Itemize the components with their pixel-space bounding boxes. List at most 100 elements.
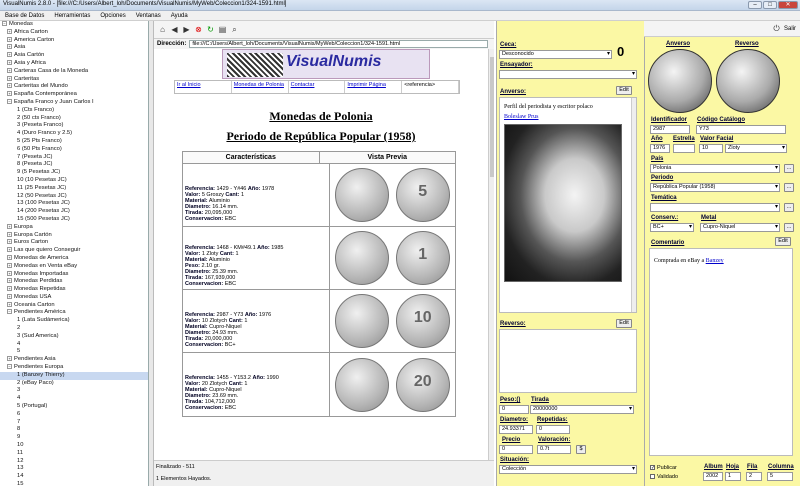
menu-opciones[interactable]: Opciones xyxy=(95,11,130,20)
tematica-more-button[interactable]: … xyxy=(784,203,794,212)
tree-item[interactable]: + Euros Carton xyxy=(0,239,148,247)
expand-icon[interactable]: + xyxy=(7,262,12,268)
tree-item[interactable]: 2 (eBay Paco) xyxy=(0,380,148,388)
expand-icon[interactable]: + xyxy=(7,270,12,276)
tree-item[interactable]: 11 (25 Pesetas JC) xyxy=(0,185,148,193)
minimize-button[interactable]: – xyxy=(748,1,762,9)
expand-icon[interactable]: + xyxy=(7,59,12,65)
collapse-icon[interactable]: − xyxy=(7,309,12,315)
expand-icon[interactable]: + xyxy=(7,36,12,42)
ensayador-select[interactable] xyxy=(499,70,637,79)
tematica-select[interactable] xyxy=(650,203,780,212)
coin-obverse-image[interactable] xyxy=(648,49,712,113)
forward-icon[interactable]: ▶ xyxy=(182,25,191,34)
valorfacial-input[interactable]: 10 xyxy=(699,144,723,153)
tree-item[interactable]: 3 (Peseta Franco) xyxy=(0,122,148,130)
nav-contactar-link[interactable]: Contactar xyxy=(289,81,346,93)
menu-herramientas[interactable]: Herramientas xyxy=(49,11,95,20)
precio-input[interactable]: 0 xyxy=(499,445,533,454)
collapse-icon[interactable]: − xyxy=(2,21,7,26)
tree-item[interactable]: + Europa xyxy=(0,223,148,232)
tree-item[interactable]: 1 (Banzey Thierry) xyxy=(0,371,148,380)
tree-item[interactable]: 4 xyxy=(0,341,148,349)
expand-icon[interactable]: + xyxy=(7,286,12,292)
tree-item[interactable]: + Carteritas del Mundo xyxy=(0,83,148,91)
coin-obverse-thumb[interactable] xyxy=(335,231,390,285)
tree-item[interactable]: + Asia Cartón xyxy=(0,52,148,60)
tree-item[interactable]: + Carteras Casa de la Moneda xyxy=(0,67,148,76)
tree-item[interactable]: 6 xyxy=(0,411,148,419)
expand-icon[interactable]: + xyxy=(7,356,12,362)
expand-icon[interactable]: + xyxy=(7,239,12,245)
menu-ventanas[interactable]: Ventanas xyxy=(131,11,166,20)
pais-more-button[interactable]: … xyxy=(784,164,794,173)
address-input[interactable]: file:///C:/Users/Albert_loh/Documents/Vi… xyxy=(189,40,488,48)
coin-reverse-image[interactable] xyxy=(716,49,780,113)
publicar-checkbox[interactable]: ✓ Publicar xyxy=(650,465,677,471)
tree-item[interactable]: 11 xyxy=(0,450,148,458)
tree-item[interactable]: 8 (Peseta JC) xyxy=(0,161,148,169)
tree-item[interactable]: + Las que quiero Conseguir xyxy=(0,247,148,255)
expand-icon[interactable]: + xyxy=(7,83,12,89)
expand-icon[interactable]: + xyxy=(7,223,12,229)
exit-icon[interactable]: ⏻ xyxy=(772,24,781,33)
coin-reverse-thumb[interactable]: 10 xyxy=(395,294,450,348)
comentario-link[interactable]: Banzey xyxy=(706,258,724,264)
anverso-scrollbar[interactable] xyxy=(631,98,636,312)
comentario-edit-button[interactable]: Edit xyxy=(775,237,791,246)
tree-item[interactable]: − España Franco y Juan Carlos I xyxy=(0,98,148,107)
valorfacial-unit-select[interactable]: Zloty xyxy=(725,144,787,153)
tree-item[interactable]: 3 (Sud America) xyxy=(0,333,148,341)
expand-icon[interactable]: + xyxy=(7,231,12,237)
expand-icon[interactable]: + xyxy=(7,67,12,73)
tree-item[interactable]: 15 xyxy=(0,481,148,486)
tree-item[interactable]: 6 (50 Pts Franco) xyxy=(0,146,148,154)
tree-item[interactable]: + Carteritas xyxy=(0,75,148,84)
tree-item[interactable]: + Monedas de America xyxy=(0,254,148,263)
tree-item[interactable]: 1 (Lata Sudámerica) xyxy=(0,317,148,325)
anverso-link[interactable]: Boleslaw Prus xyxy=(504,114,539,120)
coin-obverse-thumb[interactable] xyxy=(335,168,390,222)
valoracion-input[interactable]: 0.7t xyxy=(537,445,571,454)
tree-item[interactable]: 3 xyxy=(0,387,148,395)
tree-item[interactable]: 10 xyxy=(0,442,148,450)
anverso-edit-button[interactable]: Edit xyxy=(616,86,632,95)
ceca-select[interactable]: Desconocido xyxy=(499,50,612,59)
tree-item[interactable]: 13 (100 Pesetas JC) xyxy=(0,200,148,208)
fila-input[interactable]: 2 xyxy=(746,472,762,481)
tree-item[interactable]: 5 (Portugal) xyxy=(0,403,148,411)
expand-icon[interactable]: + xyxy=(7,247,12,253)
tree-item[interactable]: 4 (Duro Franco y 2.5) xyxy=(0,130,148,138)
nav-inicio-link[interactable]: Ir al Inicio xyxy=(175,81,232,93)
tirada-input[interactable]: 20000000 xyxy=(530,405,634,414)
codigo-input[interactable]: Y73 xyxy=(696,125,786,134)
search-icon[interactable]: ⌕ xyxy=(230,25,239,34)
diametro-input[interactable]: 24.93371 xyxy=(499,425,533,434)
validado-checkbox[interactable]: Validado xyxy=(650,474,678,480)
tree-item[interactable]: + Europa Cartón xyxy=(0,231,148,240)
tree-item[interactable]: + Asia xyxy=(0,44,148,52)
menu-ayuda[interactable]: Ayuda xyxy=(166,11,193,20)
anio-input[interactable]: 1976 xyxy=(650,144,670,153)
conserv-select[interactable]: BC+ xyxy=(650,223,694,232)
tree-item[interactable]: 7 xyxy=(0,419,148,427)
repetidas-input[interactable]: 0 xyxy=(536,425,570,434)
album-input[interactable]: 2002 xyxy=(703,472,723,481)
coin-reverse-thumb[interactable]: 5 xyxy=(395,168,450,222)
tree-item[interactable]: 2 xyxy=(0,325,148,333)
coin-reverse-thumb[interactable]: 20 xyxy=(395,357,450,412)
collapse-icon[interactable]: − xyxy=(7,364,12,370)
metal-more-button[interactable]: … xyxy=(784,223,794,232)
tree-item[interactable]: 7 (Peseta JC) xyxy=(0,154,148,162)
expand-icon[interactable]: + xyxy=(7,278,12,284)
refresh-icon[interactable]: ↻ xyxy=(206,25,215,34)
tree-item[interactable]: + Monedas en Venta eBay xyxy=(0,262,148,271)
tree-item[interactable]: 9 (5 Pesetas JC) xyxy=(0,169,148,177)
web-scrollbar[interactable] xyxy=(488,49,494,460)
expand-icon[interactable]: + xyxy=(7,28,12,34)
expand-icon[interactable]: + xyxy=(7,301,12,307)
tree-item[interactable]: 12 (50 Pesetas JC) xyxy=(0,193,148,201)
expand-icon[interactable]: + xyxy=(7,254,12,260)
expand-icon[interactable]: + xyxy=(7,52,12,58)
tree-item[interactable]: 12 xyxy=(0,458,148,466)
